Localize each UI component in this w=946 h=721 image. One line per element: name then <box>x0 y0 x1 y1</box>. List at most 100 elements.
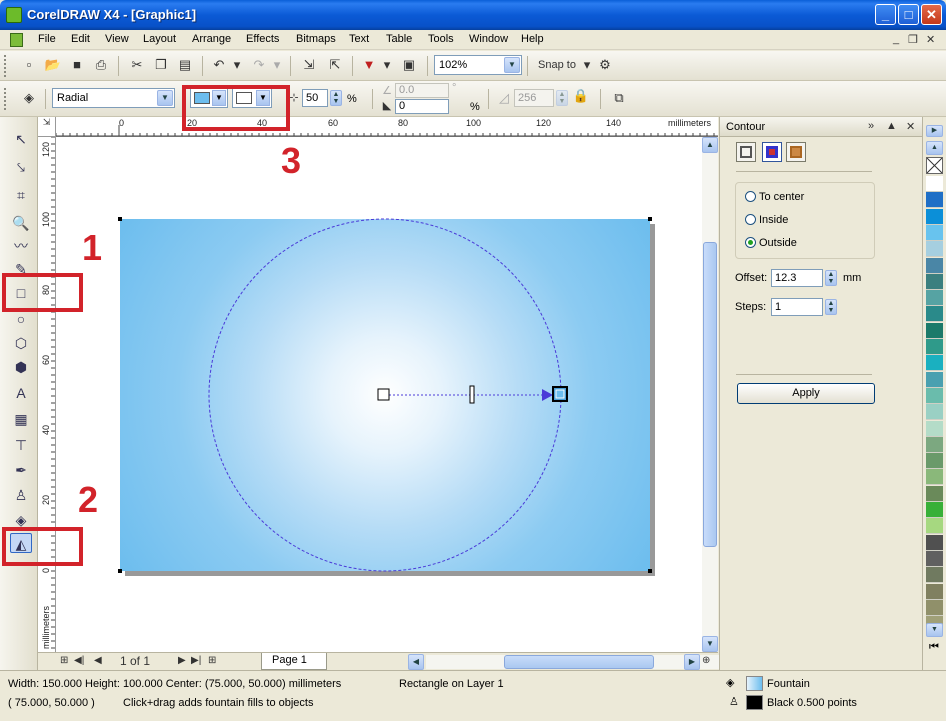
palette-swatch[interactable] <box>926 599 943 616</box>
palette-swatch[interactable] <box>926 453 943 470</box>
menu-view[interactable]: View <box>105 33 129 45</box>
palette-swatch[interactable] <box>926 387 943 404</box>
options-icon[interactable]: ⚙ <box>596 56 614 74</box>
midpoint-slider-handle[interactable] <box>469 385 475 404</box>
print-icon[interactable]: ⎙ <box>92 56 110 74</box>
menu-text[interactable]: Text <box>349 33 369 45</box>
import-icon[interactable]: ⇲ <box>300 56 318 74</box>
maximize-button[interactable]: □ <box>898 4 919 25</box>
palette-swatch[interactable] <box>926 485 943 502</box>
save-icon[interactable]: ■ <box>68 56 86 74</box>
ruler-origin[interactable]: ⇲ <box>38 117 56 137</box>
contour-steps-mode-icon[interactable] <box>736 142 756 162</box>
scroll-down-icon[interactable]: ▼ <box>702 636 718 652</box>
palette-swatch[interactable] <box>926 502 943 518</box>
lock-steps-icon[interactable]: 🔒 <box>572 87 590 105</box>
radio-to-center[interactable]: To center <box>745 191 804 203</box>
apply-button[interactable]: Apply <box>737 383 875 404</box>
undo-icon[interactable]: ↶ <box>210 56 228 74</box>
horizontal-scrollbar[interactable]: ◀ ▶ <box>408 654 736 670</box>
palette-swatch[interactable] <box>926 290 943 307</box>
paste-icon[interactable]: ▤ <box>176 56 194 74</box>
toolbar-grip[interactable] <box>4 55 7 77</box>
palette-swatch[interactable] <box>926 273 943 290</box>
zoom-tool-icon[interactable]: 🔍 <box>10 213 32 233</box>
menu-effects[interactable]: Effects <box>246 33 279 45</box>
steps-spinner[interactable]: ▲ ▼ <box>556 90 568 106</box>
menu-edit[interactable]: Edit <box>71 33 90 45</box>
close-button[interactable]: ✕ <box>921 4 942 25</box>
zoom-levels-combo[interactable]: 102% ▼ <box>434 55 522 75</box>
new-document-icon[interactable]: ▫ <box>20 56 38 74</box>
polygon-tool-icon[interactable]: ⬡ <box>10 333 32 353</box>
palette-swatch[interactable] <box>926 355 943 372</box>
add-page-icon[interactable]: ⊞ <box>208 655 216 666</box>
palette-swatch[interactable] <box>926 420 943 437</box>
application-launcher-icon[interactable]: ▼ <box>360 56 378 74</box>
table-tool-icon[interactable]: ▦ <box>10 409 32 429</box>
first-page-arrow-icon[interactable]: ◀| <box>74 655 84 666</box>
chevron-down-icon[interactable]: ▼ <box>504 57 520 73</box>
coreldraw-app-icon[interactable] <box>6 7 22 23</box>
shape-tool-icon[interactable]: ⤥ <box>10 157 32 177</box>
palette-swatch[interactable] <box>926 518 943 535</box>
ellipse-tool-icon[interactable]: ○ <box>10 309 32 329</box>
horizontal-ruler[interactable]: 0 20 40 60 80 100 120 140 millimeters <box>56 117 718 137</box>
palette-flyout-icon[interactable]: ▶ <box>926 125 943 137</box>
crop-tool-icon[interactable]: ⌗ <box>10 185 32 205</box>
pick-tool-icon[interactable]: ↖ <box>10 129 32 149</box>
redo-icon[interactable]: ↷ <box>250 56 268 74</box>
menu-layout[interactable]: Layout <box>143 33 176 45</box>
start-color-handle[interactable] <box>377 388 390 401</box>
palette-swatch[interactable] <box>926 306 943 323</box>
menu-help[interactable]: Help <box>521 33 544 45</box>
minimize-button[interactable]: _ <box>875 4 896 25</box>
menu-window[interactable]: Window <box>469 33 508 45</box>
launcher-dropdown-icon[interactable]: ▾ <box>378 56 396 74</box>
first-page-icon[interactable]: ⊞ <box>60 655 68 666</box>
selection-node[interactable] <box>118 569 122 573</box>
toolbar-grip[interactable] <box>4 88 7 110</box>
basic-shapes-tool-icon[interactable]: ⬢ <box>10 357 32 377</box>
outline-tool-icon[interactable]: ♙ <box>10 485 32 505</box>
vertical-ruler[interactable]: 120 100 80 60 40 20 0 millimeters <box>38 137 56 652</box>
radio-inside[interactable]: Inside <box>745 214 788 226</box>
offset-field[interactable]: 12.3 <box>771 269 823 287</box>
palette-scroll-down-icon[interactable]: ▼ <box>926 623 943 637</box>
redo-dropdown-icon[interactable]: ▾ <box>268 56 286 74</box>
midpoint-spinner[interactable]: ▲ ▼ <box>330 90 342 106</box>
palette-swatch[interactable] <box>926 371 943 388</box>
steps-spinner[interactable]: ▲ ▼ <box>825 299 837 315</box>
freehand-tool-icon[interactable]: 〰 <box>10 236 32 256</box>
text-tool-icon[interactable]: A <box>10 383 32 403</box>
eyedropper-tool-icon[interactable]: ✒ <box>10 460 32 480</box>
radio-outside[interactable]: Outside <box>745 237 797 249</box>
steps-field[interactable]: 1 <box>771 298 823 316</box>
navigator-icon[interactable]: ⊕ <box>702 655 710 666</box>
fountain-steps-field[interactable]: 256 <box>514 89 554 107</box>
doc-minimize-button[interactable]: _ <box>893 33 899 45</box>
scroll-left-icon[interactable]: ◀ <box>408 654 424 670</box>
menu-bitmaps[interactable]: Bitmaps <box>296 33 336 45</box>
horizontal-scroll-thumb[interactable] <box>504 655 654 669</box>
selection-node[interactable] <box>648 569 652 573</box>
palette-swatch[interactable] <box>926 567 943 584</box>
open-icon[interactable]: 📂 <box>44 56 62 74</box>
drawing-canvas[interactable] <box>56 137 702 652</box>
chevron-down-icon[interactable]: ▼ <box>157 90 173 106</box>
palette-swatch[interactable] <box>926 550 943 567</box>
palette-swatch[interactable] <box>926 404 943 421</box>
palette-swatch[interactable] <box>926 339 943 355</box>
palette-swatch[interactable] <box>926 534 943 551</box>
export-icon[interactable]: ⇱ <box>326 56 344 74</box>
selection-node[interactable] <box>118 217 122 221</box>
palette-swatch[interactable] <box>926 469 943 486</box>
offset-spinner[interactable]: ▲ ▼ <box>825 270 837 286</box>
last-page-icon[interactable]: ▶| <box>191 655 201 666</box>
palette-scroll-up-icon[interactable]: ▲ <box>926 141 943 155</box>
cut-icon[interactable]: ✂ <box>128 56 146 74</box>
palette-swatch[interactable] <box>926 192 943 209</box>
doc-restore-button[interactable]: ❐ <box>908 33 918 46</box>
vertical-scroll-thumb[interactable] <box>703 242 717 547</box>
contour-color-mode-icon[interactable] <box>762 142 782 162</box>
